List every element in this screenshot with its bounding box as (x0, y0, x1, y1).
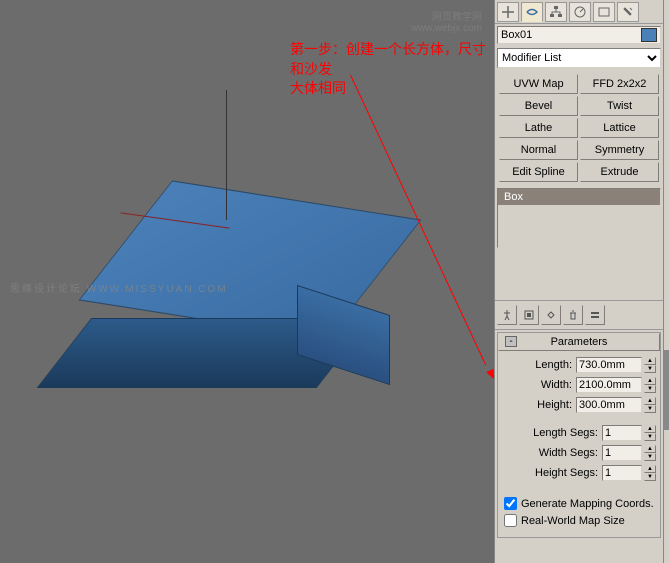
modifier-stack[interactable]: Box (497, 188, 661, 248)
height-segs-input[interactable] (602, 465, 642, 481)
normal-button[interactable]: Normal (499, 140, 578, 160)
motion-tab-icon[interactable] (569, 2, 591, 22)
spinner-up-icon[interactable]: ▲ (644, 425, 656, 433)
length-segs-label: Length Segs: (533, 427, 598, 439)
parameters-rollout-body: Length: ▲ ▼ Width: ▲ ▼ Heigh (498, 351, 660, 537)
spinner-up-icon[interactable]: ▲ (644, 465, 656, 473)
parameters-rollout: - Parameters Length: ▲ ▼ Width: ▲ (497, 332, 661, 538)
height-row: Height: ▲ ▼ (502, 397, 656, 413)
edit-spline-button[interactable]: Edit Spline (499, 162, 578, 182)
symmetry-button[interactable]: Symmetry (580, 140, 659, 160)
modifier-list-dropdown[interactable]: Modifier List (497, 48, 661, 68)
length-input[interactable] (576, 357, 642, 373)
display-tab-icon[interactable] (593, 2, 615, 22)
rollout-collapse-icon: - (505, 336, 517, 347)
command-panel: Modifier List UVW Map FFD 2x2x2 Bevel Tw… (494, 0, 663, 563)
viewport-3d[interactable]: 思缘设计论坛 WWW.MISSYUAN.COM 网页教学网 www.webjx.… (0, 0, 494, 563)
spinner-down-icon[interactable]: ▼ (644, 365, 656, 373)
make-unique-icon[interactable] (541, 305, 561, 325)
height-input[interactable] (576, 397, 642, 413)
watermark-top: 网页教学网 www.webjx.com (411, 8, 482, 34)
length-label: Length: (535, 359, 572, 371)
utilities-tab-icon[interactable] (617, 2, 639, 22)
axis-z-line (226, 90, 227, 220)
real-world-checkbox[interactable] (504, 514, 517, 527)
height-label: Height: (537, 399, 572, 411)
configure-modifier-icon[interactable] (585, 305, 605, 325)
annotation-arrow-head (486, 369, 494, 381)
width-segs-row: Width Segs: ▲ ▼ (502, 445, 656, 461)
width-input[interactable] (576, 377, 642, 393)
height-spinner[interactable]: ▲ ▼ (644, 397, 656, 413)
lathe-button[interactable]: Lathe (499, 118, 578, 138)
uvw-map-button[interactable]: UVW Map (499, 74, 578, 94)
gen-mapping-checkbox[interactable] (504, 497, 517, 510)
gen-mapping-label: Generate Mapping Coords. (521, 498, 654, 510)
stack-toolbar (495, 300, 663, 330)
spinner-down-icon[interactable]: ▼ (644, 453, 656, 461)
object-name-row (497, 26, 661, 44)
spinner-up-icon[interactable]: ▲ (644, 445, 656, 453)
remove-modifier-icon[interactable] (563, 305, 583, 325)
spinner-up-icon[interactable]: ▲ (644, 377, 656, 385)
object-color-swatch[interactable] (641, 28, 657, 42)
spinner-down-icon[interactable]: ▼ (644, 473, 656, 481)
twist-button[interactable]: Twist (580, 96, 659, 116)
length-segs-row: Length Segs: ▲ ▼ (502, 425, 656, 441)
panel-scrollbar[interactable] (663, 0, 669, 563)
width-segs-label: Width Segs: (539, 447, 598, 459)
parameters-rollout-header[interactable]: - Parameters (498, 333, 660, 351)
real-world-label: Real-World Map Size (521, 515, 625, 527)
spinner-down-icon[interactable]: ▼ (644, 405, 656, 413)
bevel-button[interactable]: Bevel (499, 96, 578, 116)
command-panel-tabs (495, 0, 663, 24)
length-segs-spinner[interactable]: ▲ ▼ (644, 425, 656, 441)
annotation-text: 第一步：创建一个长方体，尺寸和沙发 大体相同 (290, 40, 494, 99)
stack-item-box[interactable]: Box (498, 189, 660, 205)
watermark-left: 思缘设计论坛 WWW.MISSYUAN.COM (10, 280, 228, 295)
modifier-list-wrap: Modifier List (497, 48, 661, 68)
spinner-down-icon[interactable]: ▼ (644, 385, 656, 393)
scrollbar-thumb[interactable] (664, 350, 669, 430)
hierarchy-tab-icon[interactable] (545, 2, 567, 22)
spinner-up-icon[interactable]: ▲ (644, 357, 656, 365)
height-segs-spinner[interactable]: ▲ ▼ (644, 465, 656, 481)
height-segs-row: Height Segs: ▲ ▼ (502, 465, 656, 481)
width-segs-spinner[interactable]: ▲ ▼ (644, 445, 656, 461)
spinner-down-icon[interactable]: ▼ (644, 433, 656, 441)
ffd-button[interactable]: FFD 2x2x2 (580, 74, 659, 94)
modifier-button-grid: UVW Map FFD 2x2x2 Bevel Twist Lathe Latt… (495, 70, 663, 186)
gen-mapping-row: Generate Mapping Coords. (504, 497, 654, 510)
width-label: Width: (541, 379, 572, 391)
width-row: Width: ▲ ▼ (502, 377, 656, 393)
width-segs-input[interactable] (602, 445, 642, 461)
pin-stack-icon[interactable] (497, 305, 517, 325)
show-end-result-icon[interactable] (519, 305, 539, 325)
real-world-row: Real-World Map Size (504, 514, 654, 527)
modify-tab-icon[interactable] (521, 2, 543, 22)
length-segs-input[interactable] (602, 425, 642, 441)
length-spinner[interactable]: ▲ ▼ (644, 357, 656, 373)
lattice-button[interactable]: Lattice (580, 118, 659, 138)
spinner-up-icon[interactable]: ▲ (644, 397, 656, 405)
length-row: Length: ▲ ▼ (502, 357, 656, 373)
create-tab-icon[interactable] (497, 2, 519, 22)
extrude-button[interactable]: Extrude (580, 162, 659, 182)
height-segs-label: Height Segs: (535, 467, 598, 479)
width-spinner[interactable]: ▲ ▼ (644, 377, 656, 393)
object-name-input[interactable] (497, 26, 661, 44)
